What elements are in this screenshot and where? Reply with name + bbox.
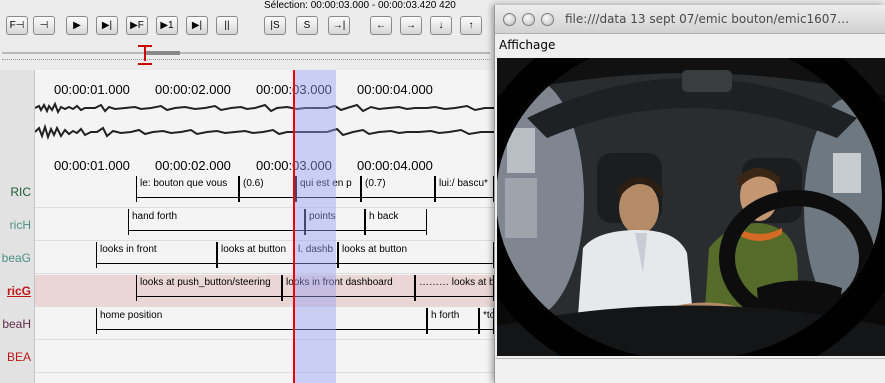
video-window: file:///data 13 sept 07/emic bouton/emic… [494,5,885,383]
previous-frame-button[interactable]: ⊣ [33,16,55,35]
annotation[interactable]: points [305,209,365,235]
annotation[interactable]: *to [479,308,494,334]
frame-forward-button[interactable]: ▶F [126,16,148,35]
slider-track [2,52,490,54]
ruler-label: 00:00:01.000 [54,158,130,173]
timeline-viewer[interactable]: 00:00:01.000 00:00:02.000 00:00:03.000 0… [35,70,494,383]
zoom-window-button[interactable] [541,13,554,26]
annotation[interactable]: ……… looks at b [415,275,494,301]
go-to-begin-button[interactable]: F⊣ [6,16,28,35]
elan-window: Sélection: 00:00:03.000 - 00:00:03.420 4… [0,0,494,383]
arrow-right-button[interactable]: → [400,16,422,35]
time-ruler-bottom: 00:00:01.000 00:00:02.000 00:00:03.000 0… [35,156,494,176]
annotation[interactable]: qui est en p [296,176,361,202]
ruler-label: 00:00:01.000 [54,82,130,97]
video-window-title: file:///data 13 sept 07/emic bouton/emic… [565,12,850,26]
play-selection-button[interactable]: |S [264,16,286,35]
tier-label-rich[interactable]: ricH [0,209,35,241]
annotation[interactable]: h back [365,209,427,235]
waveform-graphic [35,101,494,115]
tier-label-ricg[interactable]: ricG [0,275,35,307]
ruler-label: 00:00:04.000 [357,82,433,97]
waveform-channel-2 [35,122,494,142]
arrow-up-button[interactable]: ↑ [460,16,482,35]
timeline-slider[interactable] [0,40,494,66]
slider-ruler [2,59,490,60]
annotation[interactable]: hand forth [128,209,305,235]
annotation[interactable]: le: bouton que vous [136,176,239,202]
annotation[interactable]: looks in front [96,242,217,268]
next-button[interactable]: ▶| [186,16,208,35]
tier-row-bea[interactable] [35,341,494,373]
ruler-label: 00:00:02.000 [155,82,231,97]
video-window-footer [495,358,885,383]
minimize-window-button[interactable] [522,13,535,26]
ruler-label: 00:00:03.000 [256,82,332,97]
display-menu[interactable]: Affichage [499,38,555,52]
tier-label-ric[interactable]: RIC [0,176,35,208]
ruler-label: 00:00:04.000 [357,158,433,173]
annotation[interactable]: looks in front dashboard [282,275,415,301]
annotation[interactable]: (0.6) [239,176,296,202]
ruler-label: 00:00:02.000 [155,158,231,173]
tier-label-beag[interactable]: beaG [0,242,35,274]
clear-selection-button[interactable]: S [296,16,318,35]
selection-readout: Sélection: 00:00:03.000 - 00:00:03.420 4… [264,0,456,11]
video-window-titlebar[interactable]: file:///data 13 sept 07/emic bouton/emic… [495,5,885,34]
selection-end-button[interactable]: →| [328,16,350,35]
tier-label-bea[interactable]: BEA [0,341,35,373]
tier-row-ric[interactable]: le: bouton que vous (0.6) qui est en p (… [35,176,494,208]
play-button[interactable]: ▶ [66,16,88,35]
ruler-label: 00:00:03.000 [256,158,332,173]
car-interior-video-image [497,58,885,356]
waveform-graphic [35,123,494,141]
annotation[interactable]: (0.7) [361,176,435,202]
arrow-down-button[interactable]: ↓ [430,16,452,35]
annotation[interactable]: home position [96,308,427,334]
slider-playhead-marker[interactable] [138,45,152,65]
annotation[interactable]: lui:/ bascu* [435,176,494,202]
tier-row-beah[interactable]: home position h forth *to [35,308,494,340]
tier-row-ricg[interactable]: looks at push_button/steering looks in f… [35,275,494,307]
video-frame [497,58,885,356]
pause-button[interactable]: || [216,16,238,35]
close-window-button[interactable] [503,13,516,26]
play-one-button[interactable]: ▶1 [156,16,178,35]
tier-row-rich[interactable]: hand forth points h back [35,209,494,241]
arrow-left-button[interactable]: ← [370,16,392,35]
annotation[interactable]: looks at push_button/steering [136,275,282,301]
annotation[interactable]: looks at button [338,242,494,268]
annotation[interactable]: l. dashb [294,242,338,268]
tier-row-beag[interactable]: looks in front looks at button l. dashb … [35,242,494,274]
time-ruler-top: 00:00:01.000 00:00:02.000 00:00:03.000 0… [35,80,494,100]
tier-label-beah[interactable]: beaH [0,308,35,340]
next-frame-button[interactable]: ▶| [96,16,118,35]
tier-label-column: RIC ricH beaG ricG beaH BEA [0,70,35,383]
annotation[interactable]: h forth [427,308,479,334]
media-toolbar: Sélection: 00:00:03.000 - 00:00:03.420 4… [0,0,494,40]
annotation[interactable]: looks at button [217,242,294,268]
waveform-channel-1 [35,98,494,118]
